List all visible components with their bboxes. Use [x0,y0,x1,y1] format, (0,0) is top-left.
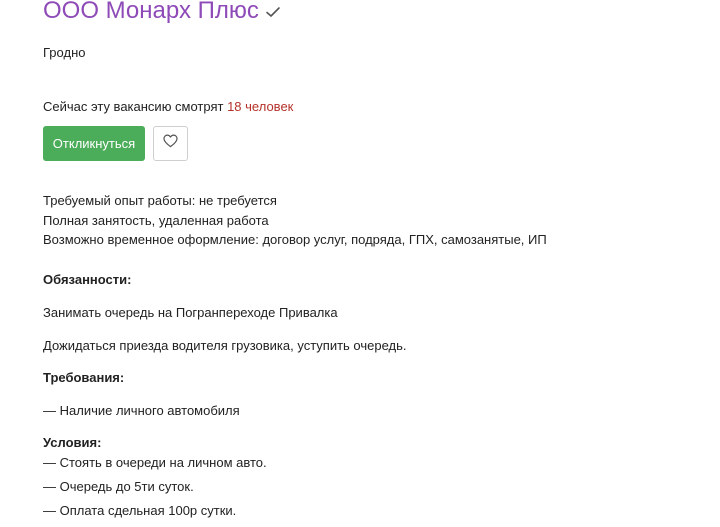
respond-button[interactable]: Откликнуться [43,126,145,161]
heart-icon [163,134,178,153]
employment-text: Полная занятость, удаленная работа [43,212,269,228]
viewers-text: Сейчас эту вакансию смотрят [43,99,228,114]
condition-item: — Очередь до 5ти суток. [43,479,194,494]
conditions-heading: Условия: [43,435,102,450]
viewers-count: 18 человек [227,99,294,114]
duty-item: Дожидаться приезда водителя грузовика, у… [43,338,407,353]
contract-text: Возможно временное оформление: договор у… [43,232,547,247]
vacancy-page: ООО Монарх Плюс Гродно Сейчас эту ваканс… [0,0,720,527]
requirements-heading: Требования: [43,370,125,385]
condition-item: — Оплата сдельная 100р сутки. [43,503,237,518]
vacancy-details: Требуемый опыт работы: не требуется Полн… [43,191,547,250]
condition-item: — Стоять в очереди на личном авто. [43,455,267,470]
experience-text: Требуемый опыт работы: не требуется [43,193,277,208]
vacancy-city: Гродно [43,45,86,60]
company-header: ООО Монарх Плюс [43,0,281,26]
company-name[interactable]: ООО Монарх Плюс [43,0,259,26]
viewers-notice: Сейчас эту вакансию смотрят 18 человек [43,99,293,114]
checkmark-icon [265,4,281,20]
duty-item: Занимать очередь на Погранпереходе Прива… [43,305,338,320]
favorite-button[interactable] [153,126,188,161]
duties-heading: Обязанности: [43,272,132,287]
requirement-item: — Наличие личного автомобиля [43,403,240,418]
